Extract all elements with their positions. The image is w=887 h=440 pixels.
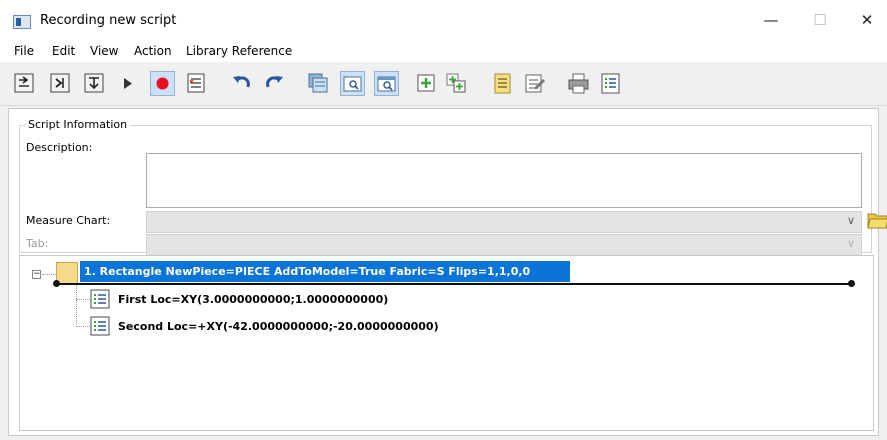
add-piece-button[interactable] xyxy=(414,71,439,96)
menu-library-reference[interactable]: Library Reference xyxy=(186,44,292,58)
description-label: Description: xyxy=(26,141,93,154)
tree-node-second[interactable]: Second Loc=+XY(-42.0000000000;-20.000000… xyxy=(118,320,439,333)
tree-connector xyxy=(76,326,90,327)
description-field[interactable] xyxy=(146,153,862,208)
menu-file[interactable]: File xyxy=(14,44,34,58)
model-line-start-dot xyxy=(53,280,60,287)
measure-chart-combo[interactable]: ∨ xyxy=(146,211,862,233)
add-multiple-button[interactable] xyxy=(444,71,469,96)
minimize-button[interactable]: — xyxy=(756,8,786,32)
notes-icon xyxy=(494,73,511,94)
collapse-toggle[interactable]: − xyxy=(32,270,41,279)
zoom-fit-icon xyxy=(377,76,396,92)
script-information-group: Script Information Description: Measure … xyxy=(19,118,887,256)
maximize-button[interactable]: ☐ xyxy=(805,8,835,32)
title-bar: Recording new script — ☐ ✕ xyxy=(0,0,887,40)
undo-icon xyxy=(233,76,250,88)
add-piece-icon xyxy=(417,74,435,92)
script-tree[interactable]: − 1. Rectangle NewPiece=PIECE AddToModel… xyxy=(19,255,874,431)
add-multiple-icon xyxy=(446,73,466,93)
list-node-icon xyxy=(90,289,110,309)
edit-notes-button[interactable] xyxy=(522,71,547,96)
group-title: Script Information xyxy=(25,118,131,131)
redo-icon xyxy=(266,76,283,88)
close-button[interactable]: ✕ xyxy=(852,8,882,32)
play-button[interactable] xyxy=(116,71,141,96)
zoom-window-icon xyxy=(343,76,362,92)
print-button[interactable] xyxy=(566,71,591,96)
edit-notes-icon xyxy=(525,74,545,93)
record-icon xyxy=(156,77,169,90)
menu-bar: File Edit View Action Library Reference xyxy=(0,40,887,62)
script-list-button[interactable] xyxy=(184,71,209,96)
script-list-icon xyxy=(187,73,205,93)
model-line xyxy=(56,283,851,285)
list-node-icon xyxy=(90,316,110,336)
measure-chart-label: Measure Chart: xyxy=(26,214,111,227)
insert-step-button[interactable] xyxy=(12,71,37,96)
toolbar xyxy=(0,62,887,106)
step-into-icon xyxy=(50,73,70,93)
menu-action[interactable]: Action xyxy=(134,44,172,58)
menu-view[interactable]: View xyxy=(90,44,118,58)
window-title: Recording new script xyxy=(40,13,177,28)
list-view-button[interactable] xyxy=(598,71,623,96)
undo-button[interactable] xyxy=(230,71,255,96)
zoom-window-button[interactable] xyxy=(340,71,365,96)
step-over-button[interactable] xyxy=(82,71,107,96)
redo-button[interactable] xyxy=(262,71,287,96)
tree-connector xyxy=(76,285,77,327)
tree-node-first[interactable]: First Loc=XY(3.0000000000;1.0000000000) xyxy=(118,293,388,306)
sheets-button[interactable] xyxy=(306,71,331,96)
tab-label: Tab: xyxy=(26,237,49,250)
folder-icon xyxy=(867,213,887,229)
menu-edit[interactable]: Edit xyxy=(52,44,75,58)
step-over-icon xyxy=(84,73,104,93)
list-view-icon xyxy=(601,73,620,94)
chevron-down-icon: ∨ xyxy=(846,214,855,227)
insert-step-icon xyxy=(14,73,34,93)
notes-button[interactable] xyxy=(490,71,515,96)
zoom-fit-button[interactable] xyxy=(374,71,399,96)
app-icon xyxy=(13,15,31,29)
step-into-button[interactable] xyxy=(48,71,73,96)
open-folder-button[interactable] xyxy=(867,210,887,229)
sheets-icon xyxy=(308,73,328,93)
record-button[interactable] xyxy=(150,71,175,96)
play-icon xyxy=(124,78,132,89)
main-panel: Script Information Description: Measure … xyxy=(8,108,887,436)
tree-connector xyxy=(76,299,90,300)
tree-node-rectangle[interactable]: 1. Rectangle NewPiece=PIECE AddToModel=T… xyxy=(80,261,570,282)
tab-combo[interactable]: ∨ xyxy=(146,234,862,256)
tree-connector xyxy=(42,274,56,275)
model-line-end-dot xyxy=(848,280,855,287)
chevron-down-icon: ∨ xyxy=(846,237,855,250)
print-icon xyxy=(568,73,589,94)
